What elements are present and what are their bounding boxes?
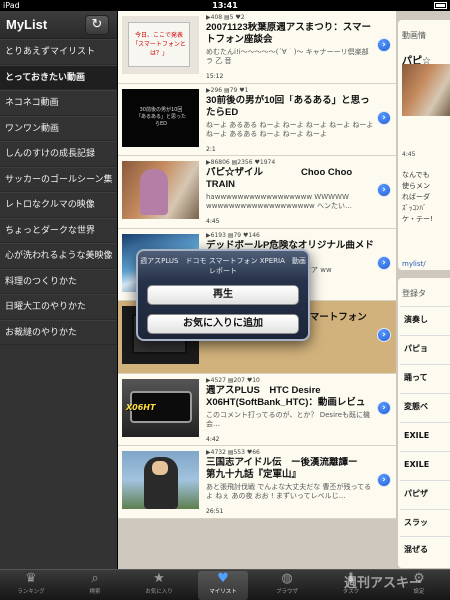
tags-header: 登録タ bbox=[402, 289, 426, 298]
sidebar-item-shinnosuke[interactable]: しんのすけの成長記録 bbox=[0, 141, 117, 167]
sidebar-item-dark[interactable]: ちょっとダークな世界 bbox=[0, 217, 117, 243]
tab-ranking[interactable]: ♛ ランキング bbox=[6, 571, 56, 600]
chevron-right-icon: › bbox=[382, 185, 386, 195]
globe-icon: ◍ bbox=[281, 571, 293, 586]
video-title: 週アスPLUS HTC Desire X06HT(SoftBank_HTC)：動… bbox=[206, 384, 366, 408]
video-stats: ▶4732 ▤553 ♥66 bbox=[206, 449, 260, 456]
watermark: 週刊アスキー bbox=[344, 575, 423, 590]
sidebar-item-cooking[interactable]: 料理のつくりかた bbox=[0, 268, 117, 294]
video-title: 30前後の男が10回「あるある」と思ったらED bbox=[206, 94, 370, 118]
mylist-list: とりあえずマイリスト とっておきたい動画 ネコネコ動画 ワンワン動画 しんのすけ… bbox=[0, 39, 117, 345]
refresh-button[interactable]: ↻ bbox=[85, 15, 109, 35]
sidebar-item-neko[interactable]: ネコネコ動画 bbox=[0, 90, 117, 116]
tab-search[interactable]: ⌕ 検索 bbox=[70, 571, 120, 600]
video-comments: このコメント打ってるのが、とか？ Desireも既に機会… bbox=[206, 410, 371, 428]
video-row[interactable]: X06HT ▶4527 ▤207 ♥10 週アスPLUS HTC Desire … bbox=[118, 373, 396, 446]
detail-thumbnail bbox=[402, 64, 450, 116]
sidebar-item-toriaezu[interactable]: とりあえずマイリスト bbox=[0, 39, 117, 65]
tag-item[interactable]: EXILE bbox=[400, 422, 450, 447]
tag-item[interactable]: 演奏し bbox=[400, 306, 450, 331]
disclosure-button[interactable]: › bbox=[377, 110, 391, 125]
tag-item[interactable]: 踊って bbox=[400, 364, 450, 389]
video-comments: めむたんi!i〜〜〜〜〜(´∀｀)〜 キャナーーリ倶楽部ラ 乙 音 bbox=[206, 48, 369, 65]
video-comments: あと張飛討伐戦 でんよな大丈夫だな 曹丕が残ってるよ ねぇ あの夜 おお ! ま… bbox=[206, 483, 372, 500]
popover-title: 週アスPLUS ドコモ スマートフォン XPERIA 動画レポート bbox=[140, 257, 306, 275]
video-stats: ▶6193 ▤79 ♥146 bbox=[206, 231, 260, 239]
chevron-right-icon: › bbox=[382, 112, 386, 123]
detail-mylist-link[interactable]: mylist/ bbox=[402, 260, 426, 268]
tag-item[interactable]: パピザ bbox=[400, 480, 450, 505]
sidebar-header: MyList ↻ bbox=[0, 11, 117, 39]
crown-icon: ♛ bbox=[25, 571, 37, 586]
action-sheet-popover: 週アスPLUS ドコモ スマートフォン XPERIA 動画レポート 再生 お気に… bbox=[136, 249, 310, 341]
video-info-header: 動画情 bbox=[402, 31, 426, 40]
video-thumbnail: 今日、ここで発表「スマートフォンとは？」 bbox=[122, 16, 199, 74]
play-button[interactable]: 再生 bbox=[147, 285, 299, 305]
video-row[interactable]: ▶86806 ▤2356 ♥1974 パピ☆ザイル Choo Choo TRAI… bbox=[118, 156, 396, 229]
video-title: 三国志アイドル伝 ー後漢流離譚ー 第九十九話『定軍山』 bbox=[206, 457, 368, 480]
chevron-right-icon: › bbox=[382, 257, 386, 268]
video-duration: 26:51 bbox=[206, 508, 224, 515]
video-thumbnail: X06HT bbox=[122, 378, 199, 437]
search-icon: ⌕ bbox=[91, 571, 99, 586]
video-stats: ▶4527 ▤207 ♥10 bbox=[206, 376, 260, 384]
video-duration: 4:45 bbox=[206, 218, 220, 225]
tab-favorites[interactable]: ★ お気に入り bbox=[134, 571, 184, 600]
sidebar-item-retro-car[interactable]: レトロなクルマの映像 bbox=[0, 192, 117, 218]
video-info-card: 動画情 パピ☆ 4:45 なんでも 使らメン ればーダ ｽﾞｯｺﾝﾊﾞ ケ・テー… bbox=[398, 20, 450, 270]
disclosure-button[interactable]: › bbox=[377, 473, 391, 487]
tag-item[interactable]: 混ぜる bbox=[400, 536, 450, 561]
star-icon: ★ bbox=[153, 571, 165, 586]
video-thumbnail: 30前後の男が10回「あるある」と思ったらED bbox=[122, 88, 199, 147]
heart-icon: ♥ bbox=[217, 571, 229, 586]
chevron-right-icon: › bbox=[382, 330, 386, 340]
video-duration: 4:42 bbox=[206, 435, 220, 443]
tab-browser[interactable]: ◍ ブラウザ bbox=[262, 571, 312, 600]
sidebar-title: MyList bbox=[6, 17, 48, 32]
mylist-sidebar: MyList ↻ とりあえずマイリスト とっておきたい動画 ネコネコ動画 ワンワ… bbox=[0, 11, 117, 569]
chevron-right-icon: › bbox=[382, 402, 386, 413]
tag-item[interactable]: EXILE bbox=[400, 451, 450, 476]
tab-mylist[interactable]: ♥ マイリスト bbox=[198, 571, 248, 600]
status-bar: iPad 13:41 bbox=[0, 0, 450, 11]
video-row[interactable]: ▶4732 ▤553 ♥66 三国志アイドル伝 ー後漢流離譚ー 第九十九話『定軍… bbox=[118, 446, 396, 519]
clock: 13:41 bbox=[212, 1, 238, 10]
sidebar-item-soccer[interactable]: サッカーのゴールシーン集 bbox=[0, 166, 117, 192]
tag-item[interactable]: スラッ bbox=[400, 509, 450, 534]
video-comments: ねーよ あるある ねーよ ねーよ ねーよ ねーよ ねーよ ねーよ あるある ねー… bbox=[206, 120, 374, 138]
video-stats: ▶408 ▤5 ♥2 bbox=[206, 14, 245, 21]
sidebar-item-totteoki[interactable]: とっておきたい動画 bbox=[0, 64, 117, 90]
tag-item[interactable]: 変態ベ bbox=[400, 393, 450, 418]
sidebar-item-beautiful[interactable]: 心が洗われるような美映像 bbox=[0, 243, 117, 269]
detail-duration: 4:45 bbox=[402, 151, 416, 158]
disclosure-button[interactable]: › bbox=[377, 400, 391, 415]
disclosure-button[interactable]: › bbox=[377, 38, 391, 52]
video-duration: 15:12 bbox=[206, 73, 224, 80]
sidebar-item-diy[interactable]: 日曜大工のやりかた bbox=[0, 294, 117, 320]
tags-card: 登録タ 演奏し パピョ 踊って 変態ベ EXILE EXILE パピザ スラッ … bbox=[398, 278, 450, 568]
video-detail-panel: 動画情 パピ☆ 4:45 なんでも 使らメン ればーダ ｽﾞｯｺﾝﾊﾞ ケ・テー… bbox=[396, 11, 450, 569]
sidebar-item-sewing[interactable]: お裁縫のやりかた bbox=[0, 319, 117, 345]
video-stats: ▶86806 ▤2356 ♥1974 bbox=[206, 159, 276, 166]
disclosure-button[interactable]: › bbox=[377, 255, 391, 270]
chevron-right-icon: › bbox=[382, 475, 386, 485]
battery-icon bbox=[434, 2, 447, 9]
video-thumbnail bbox=[122, 451, 199, 509]
video-stats: ▶296 ▤79 ♥1 bbox=[206, 86, 249, 94]
video-title: 20071123秋葉原週アスまつり：スマートフォン座談会 bbox=[206, 22, 371, 45]
disclosure-button[interactable]: › bbox=[377, 183, 391, 197]
add-to-favorites-button[interactable]: お気に入りに追加 bbox=[147, 314, 299, 334]
video-row[interactable]: 今日、ここで発表「スマートフォンとは？」 ▶408 ▤5 ♥2 20071123… bbox=[118, 11, 396, 84]
detail-description: なんでも 使らメン ればーダ ｽﾞｯｺﾝﾊﾞ ケ・テー! bbox=[402, 171, 433, 223]
video-title: パピ☆ザイル Choo Choo TRAIN bbox=[206, 167, 353, 190]
tag-item[interactable]: パピョ bbox=[400, 335, 450, 360]
chevron-right-icon: › bbox=[382, 40, 386, 50]
video-row[interactable]: 30前後の男が10回「あるある」と思ったらED ▶296 ▤79 ♥1 30前後… bbox=[118, 83, 396, 156]
video-thumbnail bbox=[122, 161, 199, 219]
disclosure-button[interactable]: › bbox=[377, 328, 391, 342]
refresh-icon: ↻ bbox=[91, 17, 103, 32]
sidebar-item-wanwan[interactable]: ワンワン動画 bbox=[0, 115, 117, 141]
video-duration: 2:1 bbox=[206, 145, 216, 153]
video-comments: hawwwwwwwwwwwwwwwww WWWWW wwwwwwwwwwwwww… bbox=[206, 193, 353, 210]
